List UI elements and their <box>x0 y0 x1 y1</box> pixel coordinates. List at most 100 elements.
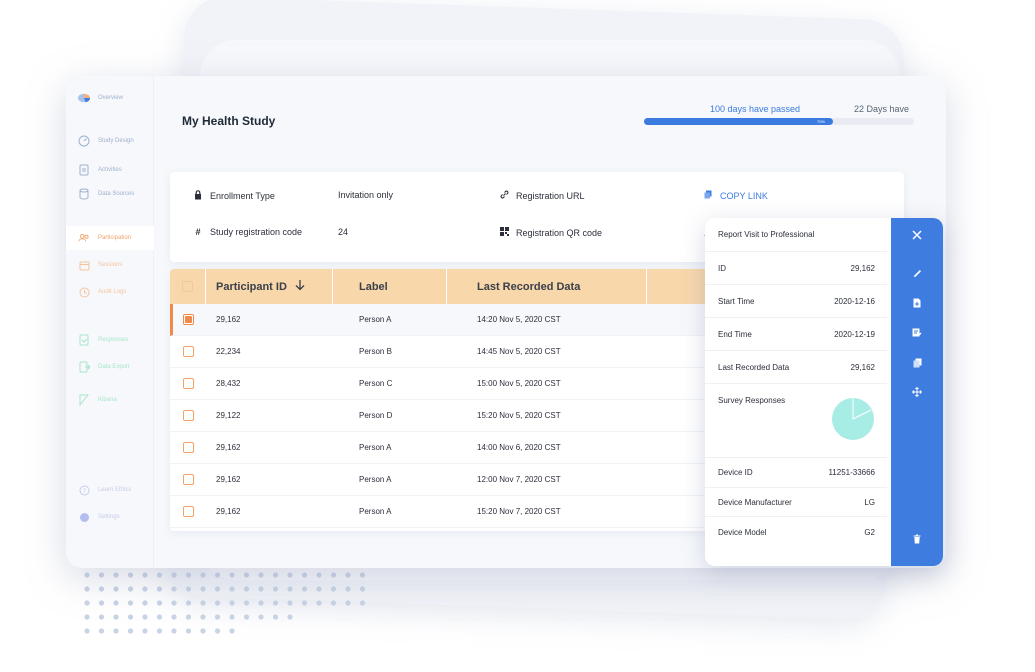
table-row[interactable]: 29,162 Person A 12:00 Nov 7, 2020 CST <box>170 464 730 496</box>
column-header-participant-id[interactable]: Participant ID <box>206 269 333 304</box>
decorative-dot <box>287 586 293 592</box>
decorative-dot <box>142 628 148 634</box>
decorative-dots <box>84 572 366 634</box>
last-recorded-cell: 15:20 Nov 7, 2020 CST <box>477 507 561 516</box>
settings-dot-icon <box>78 511 90 523</box>
detail-field-label: Survey Responses <box>718 396 786 405</box>
decorative-dot <box>214 600 221 606</box>
decorative-dot <box>171 572 177 578</box>
decorative-dot <box>156 586 163 592</box>
edit-note-button[interactable] <box>891 328 943 340</box>
decorative-dot <box>200 600 206 606</box>
table-row[interactable]: 29,162 Person A 15:20 Nov 7, 2020 CST <box>170 496 730 528</box>
sidebar-item-sessions[interactable]: Sessions <box>78 259 122 271</box>
last-recorded-cell: 14:20 Nov 5, 2020 CST <box>477 315 561 324</box>
row-checkbox[interactable] <box>182 474 194 485</box>
decorative-dot <box>330 572 337 578</box>
sidebar-item-learn-ethics[interactable]: ? Learn Ethics <box>78 484 131 496</box>
sort-arrow-down-icon[interactable] <box>295 279 305 294</box>
decorative-dot <box>316 600 322 606</box>
sidebar-item-overview[interactable]: Overview <box>78 92 123 104</box>
sidebar-item-label: Audit Logs <box>98 289 127 295</box>
add-file-button[interactable] <box>891 298 943 311</box>
sidebar-item-data-sources[interactable]: Data Sources <box>78 188 134 200</box>
table-row[interactable]: 29,162 Person A 14:00 Nov 6, 2020 CST <box>170 432 730 464</box>
kibana-icon <box>78 394 90 406</box>
column-header-label[interactable]: Label <box>333 269 447 304</box>
sidebar-item-settings[interactable]: Settings <box>78 511 120 523</box>
decorative-dot <box>330 586 337 592</box>
row-checkbox[interactable] <box>182 314 194 325</box>
copy-link-button[interactable]: COPY LINK <box>702 190 768 201</box>
decorative-dot <box>185 628 192 634</box>
decorative-dot <box>84 614 90 620</box>
row-checkbox[interactable] <box>182 506 194 517</box>
label-cell: Person D <box>359 411 393 420</box>
sidebar-item-label: Settings <box>98 514 120 520</box>
decorative-dot <box>200 572 206 578</box>
edit-button[interactable] <box>891 269 943 281</box>
decorative-dot <box>127 600 134 606</box>
database-icon <box>78 188 90 200</box>
row-checkbox[interactable] <box>182 346 194 357</box>
decorative-dot <box>243 586 250 592</box>
row-checkbox-cell <box>170 410 206 421</box>
decorative-dot <box>243 600 250 606</box>
decorative-dot <box>84 572 90 578</box>
sidebar-item-label: Kibana <box>98 397 117 403</box>
sidebar-item-data-export[interactable]: Data Export <box>78 361 130 373</box>
delete-button[interactable] <box>891 534 943 547</box>
detail-field-value: 11251-33666 <box>828 468 875 477</box>
detail-field-label: End Time <box>718 329 752 339</box>
row-checkbox[interactable] <box>182 378 194 389</box>
participants-table: Participant ID Label Last Recorded Data … <box>170 269 730 531</box>
decorative-dot <box>258 600 264 606</box>
sidebar-item-participation[interactable]: Participation <box>66 226 154 250</box>
sidebar-item-study-design[interactable]: Study Design <box>78 135 134 147</box>
decorative-dot <box>84 628 90 634</box>
decorative-dot <box>98 628 105 634</box>
svg-text:?: ? <box>82 488 85 495</box>
move-button[interactable] <box>891 387 943 400</box>
column-header-last-recorded[interactable]: Last Recorded Data <box>447 269 647 304</box>
progress-fill: 70% <box>644 118 833 125</box>
last-recorded-cell: 15:00 Nov 5, 2020 CST <box>477 379 561 388</box>
decorative-dot <box>258 572 264 578</box>
row-checkbox-cell <box>170 346 206 357</box>
close-button[interactable] <box>891 230 943 243</box>
enrollment-type-row: Enrollment Type <box>192 190 275 202</box>
decorative-dot <box>142 586 148 592</box>
history-icon <box>78 286 90 298</box>
pencil-icon <box>913 269 922 281</box>
table-row[interactable]: 29,162 Person A 14:20 Nov 5, 2020 CST <box>170 304 730 336</box>
label-cell: Person A <box>359 315 392 324</box>
decorative-dot <box>200 586 206 592</box>
detail-field-row: ID 29,162 <box>705 252 887 285</box>
table-row[interactable]: 28,432 Person C 15:00 Nov 5, 2020 CST <box>170 368 730 400</box>
hash-icon: # <box>195 227 201 237</box>
registration-url-row: Registration URL <box>498 190 585 201</box>
detail-title-row: Report Visit to Professional <box>705 218 887 252</box>
select-all-checkbox[interactable] <box>182 281 193 292</box>
decorative-dot <box>316 586 322 592</box>
progress-remaining-label: 22 Days have <box>854 104 910 114</box>
copy-button[interactable] <box>891 358 943 371</box>
participant-id-cell: 29,162 <box>216 475 241 484</box>
sidebar-item-activities[interactable]: Activities <box>78 164 122 176</box>
sidebar-item-audit-logs[interactable]: Audit Logs <box>78 286 126 298</box>
sidebar-item-responses[interactable]: Responses <box>78 334 128 346</box>
detail-field-value: 2020-12-19 <box>834 329 875 339</box>
decorative-dot <box>98 600 105 606</box>
decorative-dot <box>200 614 206 620</box>
detail-title: Report Visit to Professional <box>718 230 815 239</box>
label-cell: Person C <box>359 379 393 388</box>
row-checkbox[interactable] <box>182 442 194 453</box>
table-row[interactable]: 29,122 Person D 15:20 Nov 5, 2020 CST <box>170 400 730 432</box>
decorative-dot <box>171 586 177 592</box>
decorative-dot <box>287 600 293 606</box>
decorative-dot <box>127 572 134 578</box>
survey-responses-pie-chart[interactable] <box>831 397 875 443</box>
row-checkbox[interactable] <box>182 410 194 421</box>
sidebar-item-kibana[interactable]: Kibana <box>78 394 117 406</box>
table-row[interactable]: 22,234 Person B 14:45 Nov 5, 2020 CST <box>170 336 730 368</box>
